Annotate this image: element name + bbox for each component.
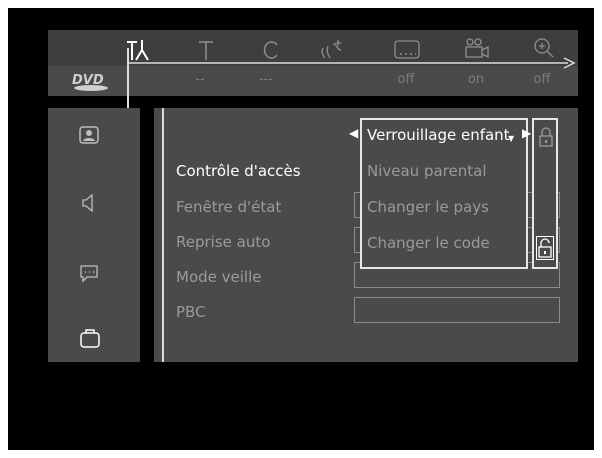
- lock-closed-icon[interactable]: [538, 126, 554, 152]
- settings-pointer-line: [127, 48, 576, 108]
- panel-divider: [162, 108, 164, 362]
- features-icon[interactable]: [78, 326, 102, 354]
- submenu-item-child-lock[interactable]: Verrouillage enfant: [367, 126, 510, 144]
- access-control-submenu: Verrouillage enfant Niveau parental Chan…: [360, 118, 528, 269]
- sound-icon[interactable]: [78, 192, 100, 218]
- small-down-arrow-icon: ▼: [508, 134, 515, 143]
- menu-item-auto-resume[interactable]: Reprise auto: [176, 233, 270, 251]
- submenu-item-change-code[interactable]: Changer le code: [367, 234, 490, 252]
- category-sidebar: [48, 108, 140, 362]
- menu-item-standby[interactable]: Mode veille: [176, 268, 261, 286]
- lock-open-icon: [538, 238, 552, 258]
- menu-item-access-control[interactable]: Contrôle d'accès: [176, 162, 301, 180]
- pbc-value[interactable]: [354, 297, 560, 323]
- arrow-right-icon[interactable]: ▶: [522, 126, 531, 140]
- menu-item-pbc[interactable]: PBC: [176, 303, 206, 321]
- picture-icon[interactable]: [78, 124, 100, 150]
- lock-open-option[interactable]: [536, 236, 554, 260]
- submenu-item-parental-level[interactable]: Niveau parental: [367, 162, 487, 180]
- submenu-item-change-country[interactable]: Changer le pays: [367, 198, 489, 216]
- lock-options-column: [532, 118, 558, 269]
- settings-panel: Contrôle d'accès Fenêtre d'état Reprise …: [154, 108, 578, 362]
- language-icon[interactable]: [78, 262, 100, 288]
- menu-item-status-window[interactable]: Fenêtre d'état: [176, 198, 281, 216]
- dvd-setup-screen: DVD -- --- off on off Contrôle d'accès F…: [8, 8, 594, 450]
- arrow-left-icon[interactable]: ◀: [349, 126, 358, 140]
